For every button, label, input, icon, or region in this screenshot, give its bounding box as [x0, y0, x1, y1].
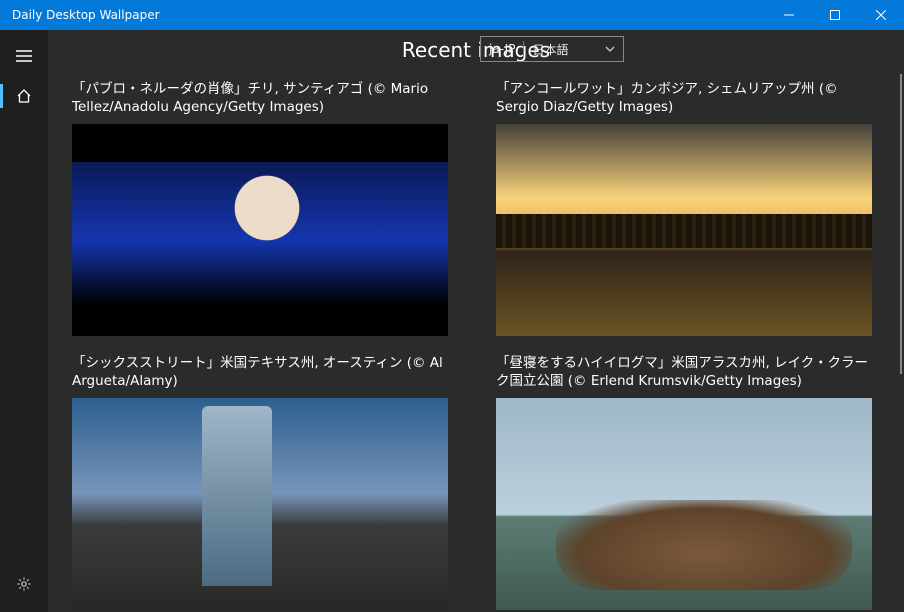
scrollbar[interactable]: [900, 74, 902, 374]
gear-icon: [16, 576, 32, 592]
minimize-button[interactable]: [766, 0, 812, 30]
close-button[interactable]: [858, 0, 904, 30]
image-card[interactable]: 「シックスストリート」米国テキサス州, オースティン (© Al Argueta…: [72, 354, 448, 610]
language-select[interactable]: ja-JP 日本語: [480, 36, 624, 62]
hamburger-button[interactable]: [0, 36, 48, 76]
language-code: ja-JP: [481, 42, 523, 56]
content-area: Recent images ja-JP 日本語 「パブロ・ネルーダの肖像」チリ,…: [48, 30, 904, 612]
image-caption: 「アンコールワット」カンボジア, シェムリアップ州 (© Sergio Diaz…: [496, 80, 872, 116]
image-thumbnail[interactable]: [496, 398, 872, 610]
image-card[interactable]: 「アンコールワット」カンボジア, シェムリアップ州 (© Sergio Diaz…: [496, 80, 872, 336]
language-name: 日本語: [524, 41, 605, 58]
image-card[interactable]: 「パブロ・ネルーダの肖像」チリ, サンティアゴ (© Mario Tellez/…: [72, 80, 448, 336]
sidebar-item-home[interactable]: [0, 76, 48, 116]
home-icon: [16, 88, 32, 104]
image-thumbnail[interactable]: [72, 124, 448, 336]
titlebar: Daily Desktop Wallpaper: [0, 0, 904, 30]
sidebar: [0, 30, 48, 612]
window-title: Daily Desktop Wallpaper: [12, 8, 160, 22]
image-caption: 「パブロ・ネルーダの肖像」チリ, サンティアゴ (© Mario Tellez/…: [72, 80, 448, 116]
chevron-down-icon: [605, 46, 623, 52]
image-thumbnail[interactable]: [496, 124, 872, 336]
image-caption: 「シックスストリート」米国テキサス州, オースティン (© Al Argueta…: [72, 354, 448, 390]
maximize-button[interactable]: [812, 0, 858, 30]
image-card[interactable]: 「昼寝をするハイイログマ」米国アラスカ州, レイク・クラーク国立公園 (© Er…: [496, 354, 872, 610]
hamburger-icon: [16, 50, 32, 62]
image-caption: 「昼寝をするハイイログマ」米国アラスカ州, レイク・クラーク国立公園 (© Er…: [496, 354, 872, 390]
image-thumbnail[interactable]: [72, 398, 448, 610]
sidebar-item-settings[interactable]: [0, 564, 48, 604]
